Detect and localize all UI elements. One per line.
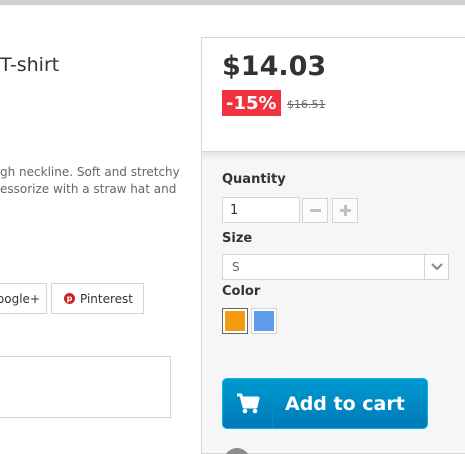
chevron-down-icon[interactable] xyxy=(424,255,448,279)
partial-round-button[interactable] xyxy=(224,448,250,454)
quantity-label: Quantity xyxy=(222,172,286,187)
old-price: $16.51 xyxy=(287,98,326,111)
quantity-input[interactable]: 1 xyxy=(222,197,300,223)
description-line: gh neckline. Soft and stretchy xyxy=(0,165,180,179)
product-title: T-shirt xyxy=(0,54,60,76)
size-select[interactable]: S xyxy=(222,254,449,280)
size-selected-value: S xyxy=(232,260,240,274)
color-swatch-fill xyxy=(225,311,245,331)
share-pinterest-label: Pinterest xyxy=(80,291,134,306)
share-pinterest-button[interactable]: p Pinterest xyxy=(51,283,144,314)
color-swatch-blue[interactable] xyxy=(251,308,277,334)
section-shadow xyxy=(202,152,465,160)
discount-badge: -15% xyxy=(222,90,281,116)
quantity-decrease-button[interactable] xyxy=(302,198,328,223)
color-swatch-fill xyxy=(254,311,274,331)
share-google-label: oogle+ xyxy=(0,291,40,306)
minus-icon xyxy=(309,209,321,212)
add-to-cart-label: Add to cart xyxy=(285,392,405,415)
top-divider xyxy=(0,0,465,5)
product-description: gh neckline. Soft and stretchy essorize … xyxy=(0,164,180,198)
color-label: Color xyxy=(222,284,261,299)
shopping-cart-icon xyxy=(223,379,273,428)
plus-icon xyxy=(339,205,351,216)
product-extra-box xyxy=(0,356,171,418)
share-google-button[interactable]: oogle+ xyxy=(0,283,47,314)
color-swatch-orange[interactable] xyxy=(222,308,248,334)
current-price: $14.03 xyxy=(222,51,327,82)
buy-panel: $14.03 -15% $16.51 Quantity 1 Size S Col… xyxy=(201,37,465,454)
size-label: Size xyxy=(222,231,253,246)
pinterest-icon: p xyxy=(64,293,75,304)
add-to-cart-button[interactable]: Add to cart xyxy=(222,378,428,429)
price-block: $14.03 -15% $16.51 xyxy=(202,38,465,152)
description-line: essorize with a straw hat and xyxy=(0,182,177,196)
quantity-increase-button[interactable] xyxy=(332,198,358,223)
